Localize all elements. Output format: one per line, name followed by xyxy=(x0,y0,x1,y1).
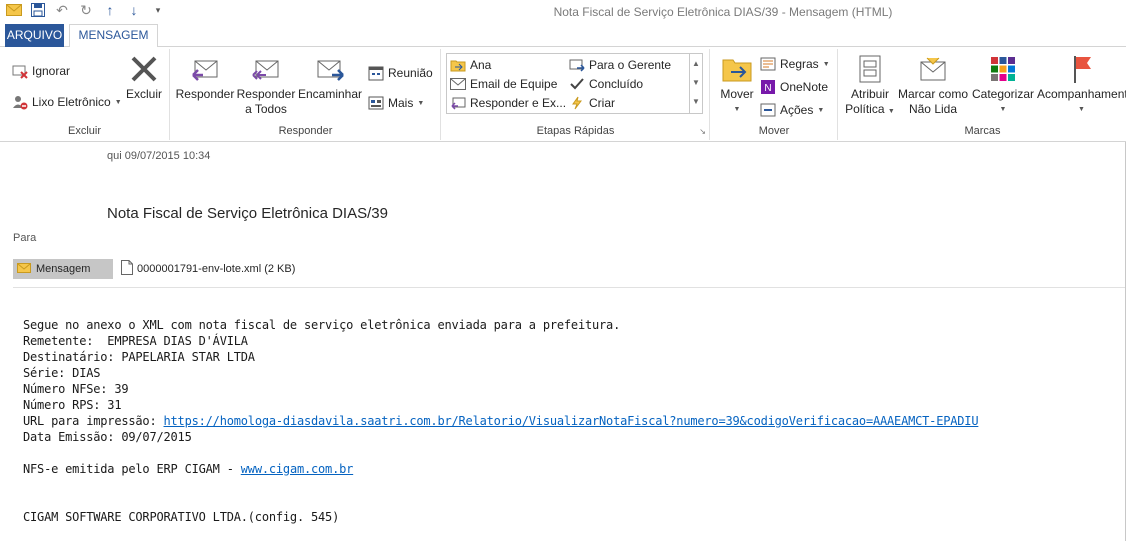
print-url-link[interactable]: https://homologa-diasdavila.saatri.com.b… xyxy=(164,414,979,428)
reply-icon xyxy=(189,53,221,85)
reply-delete-icon xyxy=(450,95,466,111)
window-title: Nota Fiscal de Serviço Eletrônica DIAS/3… xyxy=(553,5,893,19)
scroll-up-icon[interactable]: ▲ xyxy=(690,54,702,73)
body-url-line: URL para impressão: https://homologa-dia… xyxy=(23,414,979,428)
ribbon-tabs: ARQUIVO MENSAGEM xyxy=(0,22,1126,48)
delete-button[interactable]: Excluir xyxy=(124,53,164,102)
categorize-icon xyxy=(987,53,1019,85)
message-subject: Nota Fiscal de Serviço Eletrônica DIAS/3… xyxy=(107,205,388,222)
body-sender: Remetente: EMPRESA DIAS D'ÁVILA xyxy=(23,334,248,348)
quick-step-to-manager[interactable]: Para o Gerente xyxy=(569,57,671,73)
cigam-link[interactable]: www.cigam.com.br xyxy=(241,462,354,476)
junk-button[interactable]: Lixo Eletrônico ▼ xyxy=(12,94,122,110)
svg-text:N: N xyxy=(764,83,771,94)
quick-step-reply-delete[interactable]: Responder e Ex... xyxy=(450,95,566,111)
group-label-delete: Excluir xyxy=(67,125,101,137)
ribbon: Ignorar Lixo Eletrônico ▼ Excluir Exclui… xyxy=(0,47,1126,142)
dialog-launcher-icon[interactable]: ↘ xyxy=(699,127,706,136)
chevron-down-icon: ▼ xyxy=(887,108,895,115)
envelope-icon xyxy=(17,262,31,276)
chevron-down-icon: ▼ xyxy=(114,98,122,106)
quick-steps-gallery: Ana Email de Equipe Responder e Ex... Pa… xyxy=(446,53,703,114)
quick-step-create[interactable]: Criar xyxy=(569,95,615,111)
ignore-button[interactable]: Ignorar xyxy=(12,63,70,79)
group-respond: Responder Responder a Todos Encaminhar R… xyxy=(171,49,441,140)
message-body: Segue no anexo o XML com nota fiscal de … xyxy=(23,317,979,525)
chevron-down-icon: ▼ xyxy=(822,60,830,68)
followup-button[interactable]: Acompanhamento ▼ xyxy=(1037,53,1126,117)
move-button[interactable]: Mover ▼ xyxy=(715,53,759,117)
chevron-down-icon: ▼ xyxy=(417,99,425,107)
junk-icon xyxy=(12,94,28,110)
flag-icon xyxy=(1066,53,1098,85)
calendar-icon xyxy=(368,65,384,81)
chevron-down-icon: ▼ xyxy=(1078,106,1085,113)
group-label-move: Mover xyxy=(758,125,790,137)
quick-steps-scrollbar[interactable]: ▲ ▼ ▼ xyxy=(689,54,702,113)
document-icon xyxy=(121,260,133,278)
assign-policy-button[interactable]: Atribuir Política ▼ xyxy=(843,53,897,119)
body-recipient: Destinatário: PAPELARIA STAR LTDA xyxy=(23,350,255,364)
message-tab-button[interactable]: Mensagem xyxy=(13,259,113,279)
body-rps-number: Número RPS: 31 xyxy=(23,398,122,412)
quick-step-ana[interactable]: Ana xyxy=(450,57,491,73)
quick-step-done[interactable]: Concluído xyxy=(569,76,643,92)
group-move: Mover ▼ Regras ▼ N OneNote Ações ▼ Mover xyxy=(711,49,838,140)
chevron-down-icon: ▼ xyxy=(999,106,1007,113)
rules-button[interactable]: Regras ▼ xyxy=(760,56,830,72)
forward-icon xyxy=(314,53,346,85)
meeting-button[interactable]: Reunião xyxy=(368,65,433,81)
body-issue-date: Data Emissão: 09/07/2015 xyxy=(23,430,192,444)
attachment-bar: Mensagem 0000001791-env-lote.xml (2 KB) xyxy=(13,259,295,279)
body-nfse-number: Número NFSe: 39 xyxy=(23,382,129,396)
group-delete: Ignorar Lixo Eletrônico ▼ Excluir Exclui… xyxy=(0,49,170,140)
onenote-button[interactable]: N OneNote xyxy=(760,79,828,95)
title-bar: ↶ ↻ ↑ ↓ ▾ Nota Fiscal de Serviço Eletrôn… xyxy=(0,0,1126,22)
forward-mail-icon xyxy=(569,57,585,73)
rules-icon xyxy=(760,56,776,72)
header-divider xyxy=(13,287,1126,288)
folder-arrow-icon xyxy=(450,57,466,73)
reply-all-button[interactable]: Responder a Todos xyxy=(234,53,298,117)
lightning-icon xyxy=(569,95,585,111)
to-label: Para xyxy=(13,232,37,244)
body-footer: CIGAM SOFTWARE CORPORATIVO LTDA.(config.… xyxy=(23,510,340,524)
reply-button[interactable]: Responder xyxy=(174,53,236,102)
tab-file[interactable]: ARQUIVO xyxy=(5,24,64,47)
actions-button[interactable]: Ações ▼ xyxy=(760,102,824,118)
forward-button[interactable]: Encaminhar xyxy=(295,53,365,102)
reply-all-icon xyxy=(250,53,282,85)
delete-icon xyxy=(128,53,160,85)
tab-message[interactable]: MENSAGEM xyxy=(69,24,158,48)
scroll-down-icon[interactable]: ▼ xyxy=(690,73,702,92)
policy-icon xyxy=(854,53,886,85)
ignore-icon xyxy=(12,63,28,79)
attachment-file[interactable]: 0000001791-env-lote.xml (2 KB) xyxy=(121,260,295,278)
checkmark-icon xyxy=(569,76,585,92)
mark-unread-icon xyxy=(917,53,949,85)
body-erp-line: NFS-e emitida pelo ERP CIGAM - www.cigam… xyxy=(23,462,354,476)
folder-icon xyxy=(721,53,753,85)
group-label-quick-steps: Etapas Rápidas xyxy=(536,125,615,137)
actions-icon xyxy=(760,102,776,118)
categorize-button[interactable]: Categorizar ▼ xyxy=(970,53,1036,117)
quick-step-team-email[interactable]: Email de Equipe xyxy=(450,76,557,92)
chevron-down-icon: ▼ xyxy=(817,106,825,114)
more-respond-button[interactable]: Mais ▼ xyxy=(368,95,424,111)
body-series: Série: DIAS xyxy=(23,366,101,380)
group-label-respond: Responder xyxy=(278,125,333,137)
expand-gallery-icon[interactable]: ▼ xyxy=(690,92,702,111)
mark-unread-button[interactable]: Marcar como Não Lida xyxy=(895,53,971,117)
group-label-tags: Marcas xyxy=(964,125,1001,137)
chevron-down-icon: ▼ xyxy=(733,106,741,113)
mail-icon xyxy=(450,76,466,92)
more-icon xyxy=(368,95,384,111)
group-tags: Atribuir Política ▼ Marcar como Não Lida… xyxy=(839,49,1126,140)
onenote-icon: N xyxy=(760,79,776,95)
message-date: qui 09/07/2015 10:34 xyxy=(107,150,211,162)
body-intro: Segue no anexo o XML com nota fiscal de … xyxy=(23,318,621,332)
